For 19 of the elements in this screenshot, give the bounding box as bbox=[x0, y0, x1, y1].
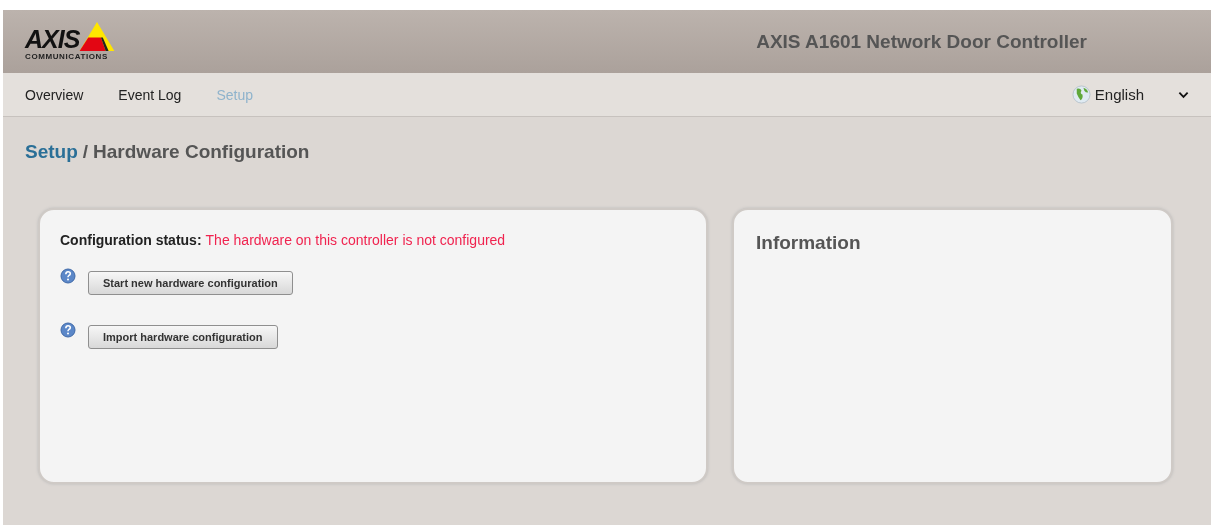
logo-wordmark: AXIS bbox=[25, 27, 80, 51]
triangle-logo-icon bbox=[79, 22, 116, 51]
status-label: Configuration status: bbox=[60, 232, 202, 248]
globe-icon bbox=[1071, 85, 1091, 104]
logo-tagline: COMMUNICATIONS bbox=[25, 52, 109, 61]
panel-title: Information bbox=[756, 232, 862, 254]
breadcrumb-link[interactable]: Setup bbox=[25, 141, 78, 163]
product-title: AXIS A1601 Network Door Controller bbox=[756, 30, 1087, 53]
action-button[interactable]: Start new hardware configuration bbox=[88, 271, 293, 295]
nav-link[interactable]: Overview bbox=[25, 86, 84, 103]
help-icon[interactable] bbox=[60, 268, 76, 284]
chevron-down-icon[interactable] bbox=[1178, 90, 1189, 99]
help-icon[interactable] bbox=[60, 322, 76, 338]
page-title: Hardware Configuration bbox=[93, 141, 310, 163]
nav-link[interactable]: Event Log bbox=[118, 86, 182, 103]
language-select[interactable]: English bbox=[1094, 86, 1144, 103]
breadcrumb-separator: / bbox=[82, 141, 89, 163]
action-button[interactable]: Import hardware configuration bbox=[88, 325, 278, 349]
status-message: The hardware on this controller is not configured bbox=[205, 232, 506, 248]
